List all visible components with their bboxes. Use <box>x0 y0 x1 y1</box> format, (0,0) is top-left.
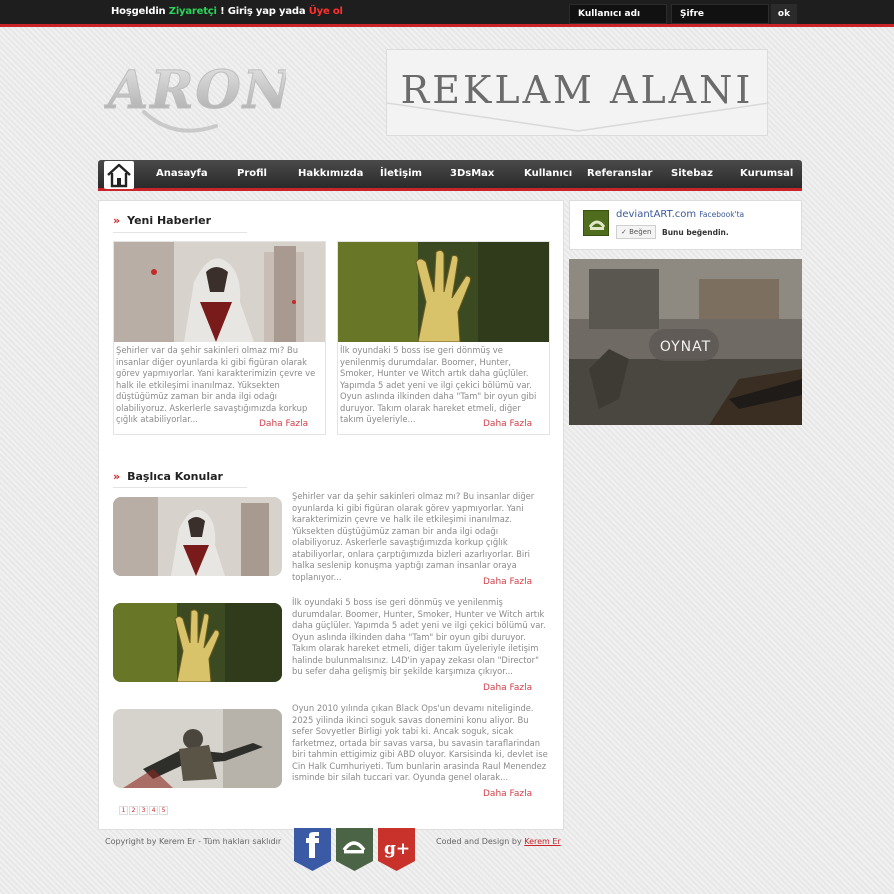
check-icon: ✓ <box>621 228 627 236</box>
game-banner[interactable]: OYNAT <box>569 259 802 425</box>
nav-item-3dsmax[interactable]: 3DsMax <box>450 168 494 179</box>
facebook-suffix: Facebook'ta <box>699 210 745 219</box>
home-button[interactable] <box>104 161 134 189</box>
main-content: » Yeni Haberler Şehirler var da şehir sak… <box>98 200 564 830</box>
logo-text: ARON <box>104 60 286 121</box>
password-input[interactable]: Şifre <box>671 4 769 24</box>
read-more-link[interactable]: Daha Fazla <box>483 577 532 587</box>
topic-text: Oyun 2010 yılında çıkan Black Ops'un dev… <box>292 703 548 782</box>
site-logo[interactable]: ARON <box>103 50 291 136</box>
home-icon <box>107 163 131 188</box>
read-more-link[interactable]: Daha Fazla <box>259 419 308 429</box>
welcome-message: Hoşgeldin Ziyaretçi ! Giriş yap yada Üye… <box>111 6 343 17</box>
page-link[interactable]: 5 <box>159 806 168 815</box>
svg-text:g+: g+ <box>384 839 410 859</box>
news-card-text: Şehirler var da şehir sakinleri olmaz mı… <box>116 345 316 424</box>
topic-image-zombie-hand[interactable] <box>113 603 282 682</box>
guest-name: Ziyaretçi <box>168 6 217 17</box>
nav-item-hakkimizda[interactable]: Hakkımızda <box>298 168 363 179</box>
nav-item-kullanici[interactable]: Kullanıcı <box>524 168 572 179</box>
username-input[interactable]: Kullanıcı adı <box>569 4 667 24</box>
credit-prefix: Coded and Design by <box>436 837 522 846</box>
main-nav: Anasayfa Profil Hakkımızda İletişim 3DsM… <box>98 160 802 191</box>
play-button[interactable]: OYNAT <box>569 339 802 355</box>
facebook-like-box: deviantART.com Facebook'ta ✓ Beğen Bunu … <box>569 200 802 250</box>
nav-item-sitebaz[interactable]: Sitebaz <box>671 168 713 179</box>
read-more-link[interactable]: Daha Fazla <box>483 789 532 799</box>
page-link[interactable]: 2 <box>129 806 138 815</box>
news-card[interactable]: Şehirler var da şehir sakinleri olmaz mı… <box>113 241 326 435</box>
welcome-middle: ! Giriş yap yada <box>220 6 306 17</box>
footer-credit: Coded and Design by Kerem Er <box>436 837 561 846</box>
deviantart-icon <box>588 220 606 230</box>
nav-item-anasayfa[interactable]: Anasayfa <box>156 168 208 179</box>
page-link[interactable]: 1 <box>119 806 128 815</box>
topic-text: Şehirler var da şehir sakinleri olmaz mı… <box>292 491 535 582</box>
googleplus-icon[interactable]: g+ <box>378 828 415 875</box>
top-bar: Hoşgeldin Ziyaretçi ! Giriş yap yada Üye… <box>0 0 894 27</box>
nav-item-iletisim[interactable]: İletişim <box>380 168 422 179</box>
divider <box>113 232 247 233</box>
news-card[interactable]: İlk oyundaki 5 boss ise geri dönmüş ve y… <box>337 241 550 435</box>
topic-text: İlk oyundaki 5 boss ise geri dönmüş ve y… <box>292 597 546 676</box>
pagination: 12345 <box>119 797 169 816</box>
credit-author-link[interactable]: Kerem Er <box>524 837 560 846</box>
ad-ribbon-decor <box>387 102 769 132</box>
read-more-link[interactable]: Daha Fazla <box>483 683 532 693</box>
nav-item-kurumsal[interactable]: Kurumsal <box>740 168 793 179</box>
topics-title-text: Başlıca Konular <box>127 470 223 483</box>
welcome-prefix: Hoşgeldin <box>111 6 166 17</box>
news-title-text: Yeni Haberler <box>127 214 212 227</box>
facebook-page-title: deviantART.com Facebook'ta <box>616 209 744 220</box>
divider <box>113 487 247 488</box>
topic-image-soldier[interactable] <box>113 709 282 788</box>
news-card-text: İlk oyundaki 5 boss ise geri dönmüş ve y… <box>340 345 537 424</box>
page-link[interactable]: 4 <box>149 806 158 815</box>
facebook-like-text: Bunu beğendin. <box>662 228 729 237</box>
nav-item-profil[interactable]: Profil <box>237 168 267 179</box>
arrows-icon: » <box>113 470 120 483</box>
nav-item-referanslar[interactable]: Referanslar <box>587 168 652 179</box>
facebook-site-link[interactable]: deviantART.com <box>616 209 696 220</box>
read-more-link[interactable]: Daha Fazla <box>483 419 532 429</box>
news-image-assassin[interactable] <box>114 242 325 342</box>
facebook-icon[interactable] <box>294 828 331 875</box>
logo-graphic: ARON <box>103 60 291 133</box>
news-section-title: » Yeni Haberler <box>113 214 211 227</box>
like-label: Beğen <box>629 228 652 236</box>
register-link[interactable]: Üye ol <box>309 6 343 17</box>
topics-section-title: » Başlıca Konular <box>113 470 223 483</box>
footer-copyright: Copyright by Kerem Er - Tüm hakları sakl… <box>105 837 282 846</box>
deviantart-logo <box>583 210 609 236</box>
ad-banner[interactable]: REKLAM ALANI <box>386 49 769 136</box>
topic-image-assassin[interactable] <box>113 497 282 576</box>
facebook-like-button[interactable]: ✓ Beğen <box>616 225 657 239</box>
arrows-icon: » <box>113 214 120 227</box>
login-ok-button[interactable]: ok <box>771 4 797 24</box>
news-image-zombie-hand[interactable] <box>338 242 549 342</box>
page-link[interactable]: 3 <box>139 806 148 815</box>
deviantart-icon[interactable] <box>336 828 373 875</box>
